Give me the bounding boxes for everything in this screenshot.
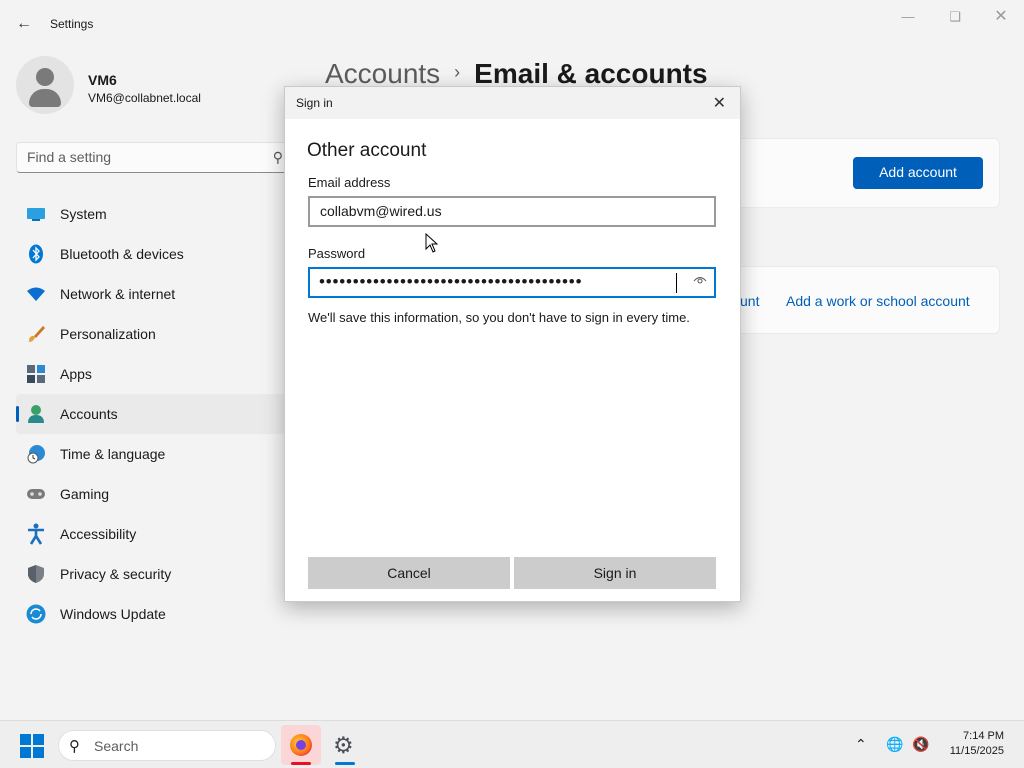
- sidebar-item-accessibility[interactable]: Accessibility: [16, 514, 296, 554]
- save-info-note: We'll save this information, so you don'…: [308, 310, 690, 325]
- taskbar-app-settings[interactable]: ⚙: [325, 725, 365, 765]
- running-indicator: [335, 762, 355, 765]
- email-field[interactable]: collabvm@wired.us: [308, 196, 716, 227]
- sign-in-button[interactable]: Sign in: [514, 557, 716, 589]
- sidebar-item-network[interactable]: Network & internet: [16, 274, 296, 314]
- sidebar-item-windows-update[interactable]: Windows Update: [16, 594, 296, 634]
- sidebar-item-gaming[interactable]: Gaming: [16, 474, 296, 514]
- wifi-icon: [26, 284, 46, 304]
- chevron-up-icon[interactable]: ⌃: [855, 736, 867, 753]
- title-bar: ← Settings — ❏ ✕: [0, 0, 1024, 48]
- search-icon: ⚲: [272, 149, 283, 165]
- firefox-icon: [290, 734, 312, 756]
- close-icon[interactable]: ✕: [713, 93, 726, 113]
- email-value: collabvm@wired.us: [320, 203, 442, 219]
- breadcrumb-parent[interactable]: Accounts: [325, 58, 440, 89]
- text-caret: [676, 273, 677, 293]
- sign-in-dialog: Sign in ✕ Other account Email address co…: [284, 86, 741, 602]
- sidebar-item-personalization[interactable]: Personalization: [16, 314, 296, 354]
- add-account-button[interactable]: Add account: [853, 157, 983, 189]
- sidebar-item-bluetooth[interactable]: Bluetooth & devices: [16, 234, 296, 274]
- sidebar-item-label: Bluetooth & devices: [60, 246, 184, 262]
- gamepad-icon: [26, 484, 46, 504]
- sidebar-item-accounts[interactable]: Accounts: [16, 394, 296, 434]
- speaker-muted-icon[interactable]: 🔇: [912, 736, 929, 753]
- sidebar-item-label: Network & internet: [60, 286, 176, 302]
- clock-time: 7:14 PM: [963, 730, 1004, 742]
- password-mask: •••••••••••••••••••••••••••••••••••••••: [319, 272, 583, 291]
- system-clock[interactable]: 7:14 PM 11/15/2025: [950, 729, 1004, 759]
- profile-email: VM6@collabnet.local: [88, 91, 201, 105]
- dialog-title-bar: Sign in ✕: [285, 87, 740, 119]
- sidebar-item-system[interactable]: System: [16, 194, 296, 234]
- monitor-icon: [26, 204, 46, 224]
- sidebar-item-label: Windows Update: [60, 606, 166, 622]
- sidebar-item-apps[interactable]: Apps: [16, 354, 296, 394]
- update-icon: [26, 604, 46, 624]
- taskbar-search[interactable]: ⚲ Search: [58, 730, 276, 761]
- password-field[interactable]: •••••••••••••••••••••••••••••••••••••••: [308, 267, 716, 298]
- apps-icon: [26, 364, 46, 384]
- person-icon: [26, 404, 46, 424]
- bluetooth-icon: [26, 244, 46, 264]
- add-work-school-link[interactable]: Add a work or school account: [786, 293, 970, 309]
- maximize-button[interactable]: ❏: [940, 8, 970, 26]
- find-setting-box[interactable]: ⚲: [16, 142, 292, 173]
- search-icon: ⚲: [69, 738, 80, 755]
- shield-icon: [26, 564, 46, 584]
- partial-account-link[interactable]: unt: [740, 293, 759, 309]
- sidebar-item-label: Accounts: [60, 406, 118, 422]
- brush-icon: [26, 324, 46, 344]
- taskbar-search-label: Search: [94, 738, 139, 754]
- clock-date: 11/15/2025: [949, 745, 1004, 757]
- cancel-button[interactable]: Cancel: [308, 557, 510, 589]
- close-button[interactable]: ✕: [986, 8, 1016, 26]
- find-setting-input[interactable]: [17, 143, 257, 171]
- sidebar-item-privacy[interactable]: Privacy & security: [16, 554, 296, 594]
- sidebar-item-label: Accessibility: [60, 526, 137, 542]
- active-indicator: [291, 762, 311, 765]
- minimize-button[interactable]: —: [893, 8, 923, 26]
- page-title: Email & accounts: [474, 58, 708, 89]
- avatar: [16, 56, 74, 114]
- sidebar-nav: System Bluetooth & devices Network & int…: [16, 194, 296, 634]
- mouse-pointer-icon: [425, 232, 439, 258]
- back-arrow-icon[interactable]: ←: [14, 14, 34, 34]
- taskbar: ⚲ Search ⚙ ⌃ 🌐 🔇 7:14 PM 11/15/2025: [0, 720, 1024, 768]
- accessibility-icon: [26, 523, 46, 545]
- dialog-title: Sign in: [296, 96, 333, 110]
- sidebar-item-label: Time & language: [60, 446, 166, 462]
- taskbar-app-firefox[interactable]: [281, 725, 321, 765]
- sidebar-item-time-language[interactable]: Time & language: [16, 434, 296, 474]
- email-label: Email address: [308, 175, 391, 190]
- dialog-heading: Other account: [307, 140, 427, 161]
- profile-name: VM6: [88, 72, 117, 88]
- sidebar-item-label: Personalization: [60, 326, 156, 342]
- sidebar-item-label: System: [60, 206, 107, 222]
- password-label: Password: [308, 246, 366, 261]
- sidebar-item-label: Privacy & security: [60, 566, 172, 582]
- globe-clock-icon: [26, 444, 46, 464]
- globe-icon[interactable]: 🌐: [886, 736, 903, 753]
- chevron-right-icon: ›: [454, 62, 461, 82]
- windows-start-icon[interactable]: [20, 734, 44, 758]
- reveal-password-icon[interactable]: [693, 274, 707, 288]
- settings-gear-icon: ⚙: [333, 732, 354, 758]
- app-title: Settings: [50, 17, 94, 31]
- sidebar-item-label: Apps: [60, 366, 92, 382]
- sidebar-item-label: Gaming: [60, 486, 110, 502]
